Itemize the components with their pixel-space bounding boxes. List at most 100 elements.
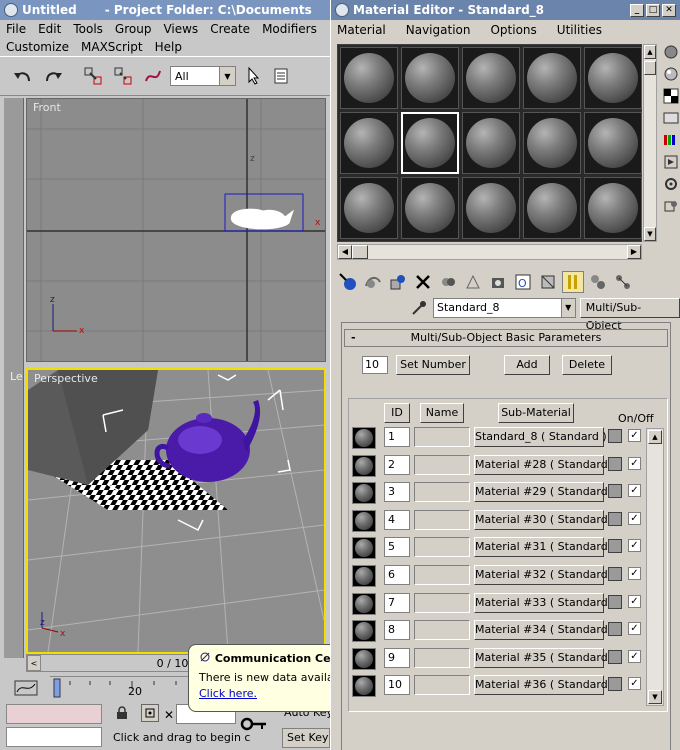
material-map-navigator-icon[interactable] [612,271,634,293]
sub-material-name-field[interactable] [414,427,470,447]
sub-material-button[interactable]: Material #34 ( Standard ) [474,620,616,640]
me-menu-material[interactable]: Material [337,23,386,37]
sub-material-on-checkbox[interactable]: ✓ [628,457,641,470]
balloon-link[interactable]: Click here. [199,687,330,700]
sub-material-on-checkbox[interactable]: ✓ [628,677,641,690]
sub-material-button[interactable]: Material #32 ( Standard ) [474,565,616,585]
maximize-icon[interactable]: □ [646,3,660,17]
sub-material-color-swatch[interactable] [608,539,622,553]
sub-material-id-field[interactable]: 5 [384,537,410,557]
sub-material-id-field[interactable]: 10 [384,675,410,695]
redo-icon[interactable] [40,63,66,89]
sample-slots-hscrollbar[interactable]: ◀ ▶ [337,244,642,260]
sub-material-id-field[interactable]: 1 [384,427,410,447]
sample-slot[interactable] [462,112,520,174]
sub-material-swatch[interactable] [352,648,376,670]
selection-filter-dropdown[interactable]: All ▼ [170,66,236,86]
sub-material-scrollbar[interactable]: ▲ ▼ [646,428,664,706]
sub-material-color-swatch[interactable] [608,512,622,526]
sub-material-swatch[interactable] [352,537,376,559]
show-end-result-icon[interactable] [537,271,559,293]
scroll-right-icon[interactable]: ▶ [627,245,641,259]
delete-button[interactable]: Delete [562,355,612,375]
sub-material-color-swatch[interactable] [608,622,622,636]
sub-material-button[interactable]: Material #33 ( Standard ) [474,593,616,613]
menu-help[interactable]: Help [155,40,182,54]
put-to-scene-icon[interactable] [362,271,384,293]
sub-material-color-swatch[interactable] [608,429,622,443]
sub-material-color-swatch[interactable] [608,650,622,664]
sample-slot[interactable] [584,47,642,109]
pick-material-eyedropper-icon[interactable] [409,298,429,318]
lock-icon[interactable] [116,706,128,720]
sample-slot[interactable] [340,112,398,174]
sub-material-id-field[interactable]: 8 [384,620,410,640]
sub-material-button[interactable]: Material #31 ( Standard ) [474,537,616,557]
reset-material-icon[interactable] [412,271,434,293]
sub-material-swatch[interactable] [352,593,376,615]
sub-material-name-field[interactable] [414,482,470,502]
scroll-down-icon[interactable]: ▼ [644,227,656,241]
sub-material-on-checkbox[interactable]: ✓ [628,512,641,525]
material-effects-channel-icon[interactable] [487,271,509,293]
rollout-header[interactable]: - Multi/Sub-Object Basic Parameters [344,329,668,347]
sample-slot-active[interactable] [401,112,459,174]
get-material-icon[interactable] [337,271,359,293]
sub-material-color-swatch[interactable] [608,567,622,581]
sub-material-on-checkbox[interactable]: ✓ [628,650,641,663]
bind-spacewarp-icon[interactable] [140,63,166,89]
sample-slot[interactable] [401,177,459,239]
sample-type-icon[interactable] [663,44,679,60]
menu-views[interactable]: Views [163,22,198,36]
sub-material-on-checkbox[interactable]: ✓ [628,567,641,580]
menu-create[interactable]: Create [210,22,250,36]
sample-slot[interactable] [584,112,642,174]
sub-material-button[interactable]: Standard_8 ( Standard ) [474,427,607,447]
sub-material-swatch[interactable] [352,455,376,477]
sub-material-name-field[interactable] [414,537,470,557]
set-number-button[interactable]: Set Number [396,355,470,375]
sub-material-swatch[interactable] [352,510,376,532]
menu-customize[interactable]: Customize [6,40,69,54]
minimize-icon[interactable]: _ [630,3,644,17]
sub-material-name-field[interactable] [414,455,470,475]
options-icon[interactable] [663,176,679,192]
viewport-perspective-label[interactable]: Perspective [34,372,98,385]
sort-by-submaterial-button[interactable]: Sub-Material [498,403,574,423]
scroll-up-icon[interactable]: ▲ [648,430,662,444]
viewport-front[interactable]: x z x z Front [26,98,326,362]
sample-slot[interactable] [523,177,581,239]
menu-maxscript[interactable]: MAXScript [81,40,143,54]
undo-icon[interactable] [10,63,36,89]
menu-group[interactable]: Group [115,22,152,36]
unlink-icon[interactable] [110,63,136,89]
scroll-down-icon[interactable]: ▼ [648,690,662,704]
sample-slot[interactable] [340,47,398,109]
sub-material-button[interactable]: Material #30 ( Standard ) [474,510,616,530]
close-icon[interactable]: ✕ [662,3,676,17]
menu-tools[interactable]: Tools [73,22,103,36]
sub-material-name-field[interactable] [414,510,470,530]
sample-slots-vscrollbar[interactable]: ▲ ▼ [643,44,657,242]
make-preview-icon[interactable] [663,154,679,170]
backlight-icon[interactable] [663,66,679,82]
viewport-front-label[interactable]: Front [33,101,61,114]
sort-by-id-button[interactable]: ID [384,403,410,423]
uv-tiling-icon[interactable] [663,110,679,126]
select-link-icon[interactable] [80,63,106,89]
show-map-in-viewport-icon[interactable]: O [512,271,534,293]
go-forward-to-sibling-icon[interactable] [587,271,609,293]
sub-material-button[interactable]: Material #29 ( Standard ) [474,482,616,502]
scroll-thumb[interactable] [352,245,368,259]
sub-material-swatch[interactable] [352,482,376,504]
select-by-material-icon[interactable] [663,198,679,214]
absolute-mode-icon[interactable] [141,704,159,722]
material-name-dropdown[interactable]: Standard_8 ▼ [433,298,576,318]
sub-material-on-checkbox[interactable]: ✓ [628,539,641,552]
me-menu-navigation[interactable]: Navigation [406,23,471,37]
sample-slot[interactable] [584,177,642,239]
sample-slot[interactable] [401,47,459,109]
make-unique-icon[interactable] [437,271,459,293]
me-menu-options[interactable]: Options [490,23,536,37]
communication-center-balloon[interactable]: Communication Cen There is new data avai… [188,644,330,712]
